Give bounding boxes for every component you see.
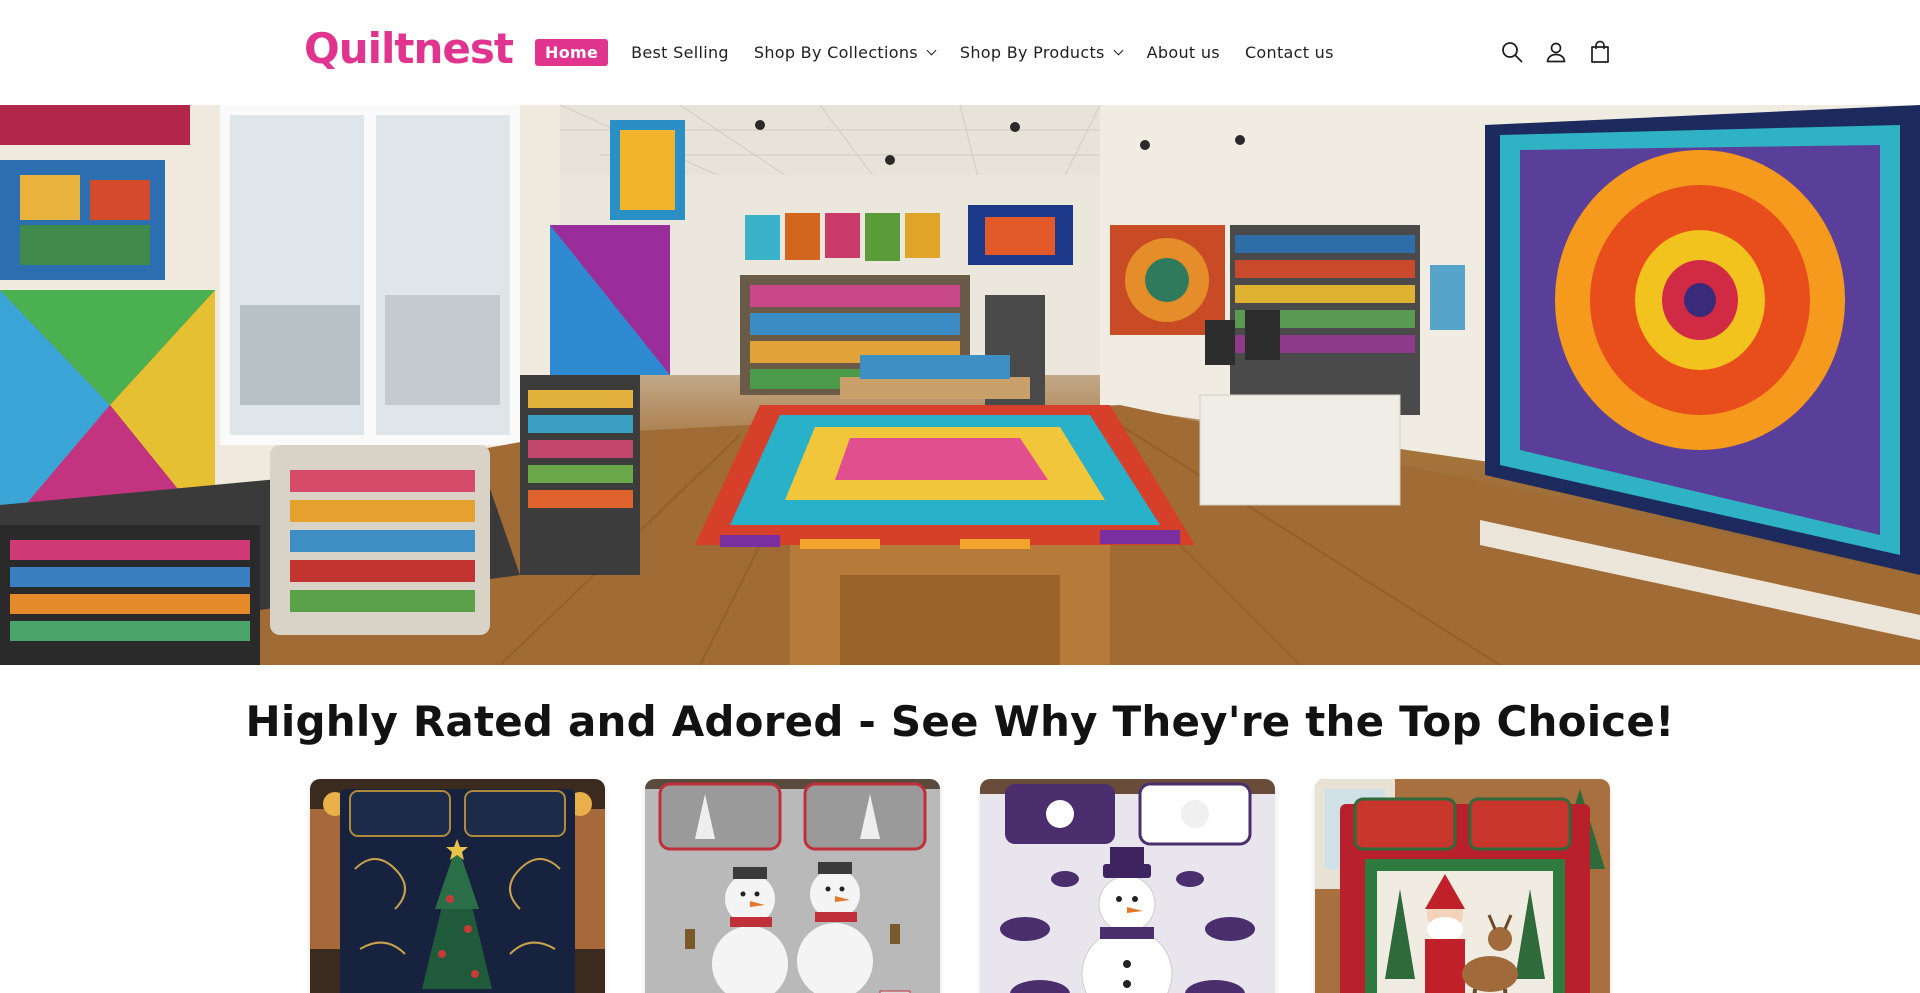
nav-item-label: Best Selling [631,42,729,62]
cart-icon [1591,40,1609,63]
header-icons [1498,38,1614,66]
nav-item-shop-by-products[interactable]: Shop By Products [959,42,1124,62]
product-image [310,779,605,993]
nav-item-home[interactable]: Home [535,38,609,66]
account-icon [1546,42,1566,63]
nav-item-label: About us [1146,42,1220,62]
hero-banner [0,105,1920,665]
nav-item-label: Contact us [1244,42,1334,62]
nav-item-label: Shop By Products [959,42,1105,62]
brand-logo[interactable]: Quiltnest [304,24,514,74]
product-image [980,779,1275,993]
nav-item-label: Shop By Collections [753,42,918,62]
product-card[interactable] [310,779,605,993]
account-button[interactable] [1542,38,1570,66]
nav-item-best-selling[interactable]: Best Selling [631,43,729,62]
hero-image [0,105,1920,665]
section-title: Highly Rated and Adored - See Why They'r… [245,697,1675,746]
nav-item-about-us[interactable]: About us [1147,43,1220,62]
search-button[interactable] [1498,38,1526,66]
product-grid [310,779,1610,993]
nav-item-shop-by-collections[interactable]: Shop By Collections [753,42,937,62]
main-nav: Home Best Selling Shop By Collections Sh… [535,38,1359,66]
site-header: Quiltnest Home Best Selling Shop By Coll… [0,0,1920,105]
nav-item-label: Home [545,42,599,62]
product-card[interactable] [645,779,940,993]
chevron-down-icon [1113,45,1124,55]
chevron-down-icon [926,45,937,55]
product-image [645,779,940,993]
product-card[interactable] [1315,779,1610,993]
product-image [1315,779,1610,993]
search-icon [1502,42,1523,63]
nav-item-contact-us[interactable]: Contact us [1245,43,1334,62]
product-card[interactable] [980,779,1275,993]
cart-button[interactable] [1586,38,1614,66]
